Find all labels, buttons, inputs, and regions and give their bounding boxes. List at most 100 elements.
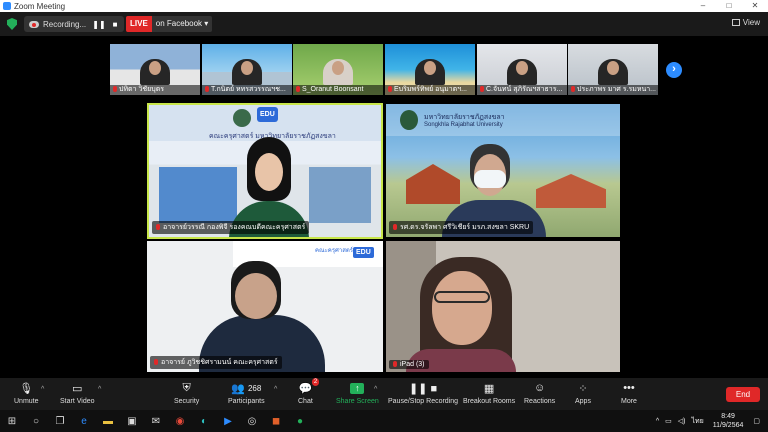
participants-options-caret-icon[interactable]: ^	[274, 386, 277, 393]
recording-indicator: Recording... ❚❚ ■	[24, 16, 124, 32]
speaker-face	[235, 273, 277, 319]
participant-face	[424, 61, 436, 75]
virtual-background-banner: มหาวิทยาลัยราชภัฏสงขลา Songkhla Rajabhat…	[386, 104, 620, 136]
temple-roof-right	[536, 174, 606, 208]
participant-thumbnail[interactable]: C.จันทน์ สุภิรัณฯสาธาร...	[477, 44, 567, 95]
pause-recording-button[interactable]: ❚❚	[92, 16, 106, 32]
participant-thumbnail[interactable]: S_Oranut Boonsant	[293, 44, 383, 95]
apps-button[interactable]: ⁘ Apps	[575, 380, 591, 406]
windows-taskbar: ⊞ ○ ❐ e ▬ ▣ ✉ ◉ ◐ ▶ ◎ ◼ ● ^ ▭ ◁) ไทย 8:4…	[0, 410, 768, 432]
apps-icon: ⁘	[578, 382, 588, 395]
chat-button[interactable]: 💬 2 Chat	[298, 378, 320, 405]
share-screen-button[interactable]: ↑ Share Screen	[336, 380, 379, 405]
stop-recording-button[interactable]: ■	[108, 16, 122, 32]
system-tray: ^ ▭ ◁) ไทย 8:49 11/9/2564 ▢	[653, 410, 768, 432]
breakout-rooms-icon: ▦	[483, 382, 495, 395]
chrome-icon[interactable]: ◉	[168, 410, 192, 432]
participant-name: อาจารย์ ภูวิชชิศรามนน์ คณะครุศาสตร์	[161, 359, 278, 366]
live-stream-indicator[interactable]: LIVE on Facebook ▾	[126, 16, 213, 32]
task-view-icon[interactable]: ❐	[48, 410, 72, 432]
obs-icon[interactable]: ◎	[240, 410, 264, 432]
muted-microphone-icon: 🎙	[19, 382, 34, 395]
participant-name: อาจารย์วรรณี กองพิจี รองคณบดีคณะครุศาสตร…	[163, 224, 306, 231]
store-icon[interactable]: ▣	[120, 410, 144, 432]
participant-name: ประภาพร มาศ ร.รมหนา...	[577, 86, 657, 93]
share-options-caret-icon[interactable]: ^	[374, 386, 377, 393]
windows-start-icon[interactable]: ⊞	[0, 410, 24, 432]
muted-mic-icon	[388, 86, 392, 93]
breakout-rooms-button[interactable]: ▦ Breakout Rooms	[463, 380, 515, 406]
video-options-caret-icon[interactable]: ^	[98, 386, 101, 393]
mail-icon[interactable]: ✉	[144, 410, 168, 432]
participant-thumbnail[interactable]: ปทิตา วิชัยบุตร	[110, 44, 200, 95]
input-language[interactable]: ไทย	[692, 416, 704, 427]
grid-view-icon	[731, 19, 740, 26]
video-tile[interactable]: iPad (3)	[386, 241, 620, 372]
muted-mic-icon	[296, 86, 300, 93]
participant-thumbnail[interactable]: T.กนิตย์ หทรสวรรณฯช...	[202, 44, 292, 95]
participants-button[interactable]: 👥 268 Participants	[228, 380, 265, 406]
view-label: View	[742, 18, 760, 27]
zoom-taskbar-icon[interactable]: ▶	[216, 410, 240, 432]
chevron-up-icon[interactable]: ^	[656, 418, 659, 425]
muted-mic-icon	[393, 361, 397, 368]
banner-text: คณะครุศาสตร์	[315, 248, 353, 254]
maximize-button[interactable]: □	[716, 0, 742, 12]
speaker-face	[255, 153, 283, 191]
volume-icon[interactable]: ◁)	[678, 417, 686, 425]
video-tile-active-speaker[interactable]: EDU คณะครุศาสตร์ มหาวิทยาลัยราชภัฏสงขลา …	[147, 103, 383, 239]
end-meeting-button[interactable]: End	[726, 387, 760, 402]
file-explorer-icon[interactable]: ▬	[96, 410, 120, 432]
edge-legacy-icon[interactable]: e	[72, 410, 96, 432]
notifications-icon[interactable]: ▢	[753, 417, 760, 425]
next-page-arrow-icon[interactable]: ›	[666, 62, 682, 78]
close-window-button[interactable]: ✕	[742, 0, 768, 12]
view-button[interactable]: View	[731, 18, 760, 27]
virtual-background-banner: EDU คณะครุศาสตร์ มหาวิทยาลัยราชภัฏสงขลา	[149, 105, 381, 141]
line-icon[interactable]: ●	[288, 410, 312, 432]
audio-options-caret-icon[interactable]: ^	[41, 386, 44, 393]
more-button[interactable]: ••• More	[621, 380, 637, 405]
muted-mic-icon	[571, 86, 575, 93]
video-tile[interactable]: มหาวิทยาลัยราชภัฏสงขลา Songkhla Rajabhat…	[386, 104, 620, 237]
muted-mic-icon	[480, 86, 484, 93]
search-icon[interactable]: ○	[24, 410, 48, 432]
window-controls: – □ ✕	[690, 0, 768, 12]
reactions-button[interactable]: ☺ Reactions	[524, 380, 555, 405]
zoom-app-icon	[3, 2, 11, 10]
start-video-button[interactable]: ▭ Start Video	[60, 380, 95, 406]
video-tile[interactable]: คณะครุศาสตร์ EDU อาจารย์ ภูวิชชิศรามนน์ …	[147, 241, 383, 372]
minimize-button[interactable]: –	[690, 0, 716, 12]
recording-label: Recording...	[43, 19, 87, 29]
university-logo	[233, 109, 251, 127]
clock-time: 8:49	[721, 413, 735, 420]
cloud-recording-icon	[29, 20, 39, 28]
shield-icon: ⛨	[182, 381, 191, 394]
participant-face	[149, 61, 161, 75]
edge-icon[interactable]: ◐	[192, 410, 216, 432]
unmute-button[interactable]: 🎙 Unmute	[14, 380, 39, 406]
network-icon[interactable]: ▭	[665, 417, 672, 425]
participant-name: C.จันทน์ สุภิรัณฯสาธาร...	[486, 86, 563, 93]
powerpoint-icon[interactable]: ◼	[264, 410, 288, 432]
participants-icon: 👥	[231, 382, 245, 395]
live-badge: LIVE	[126, 16, 152, 32]
participant-name: iPad (3)	[400, 361, 425, 368]
participant-name: รศ.ดร.จรัลพา ศรีวิเชียร์ มรภ.สงขลา SKRU	[400, 224, 530, 231]
taskbar-clock[interactable]: 8:49 11/9/2564	[713, 412, 744, 430]
participant-face	[332, 61, 344, 75]
security-button[interactable]: ⛨ Security	[174, 380, 199, 406]
smiley-plus-icon: ☺	[533, 382, 546, 394]
pause-stop-recording-button[interactable]: ❚❚ ■ Pause/Stop Recording	[388, 380, 458, 406]
meeting-toolbar: 🎙 Unmute ^ ▭ Start Video ^ ⛨ Security 👥 …	[0, 378, 768, 410]
building-left	[159, 167, 237, 223]
participant-name: S_Oranut Boonsant	[302, 86, 364, 93]
security-shield-icon[interactable]	[7, 18, 17, 30]
participant-thumbnail[interactable]: Eบริมพร์ทิพย์ อนุมาตฯ...	[385, 44, 475, 95]
chevron-down-icon[interactable]: ▾	[204, 19, 208, 28]
eyeglasses	[434, 291, 490, 303]
university-logo	[400, 110, 418, 130]
speaker-face	[432, 271, 492, 345]
participant-thumbnail[interactable]: ประภาพร มาศ ร.รมหนา...	[568, 44, 658, 95]
muted-mic-icon	[154, 359, 158, 366]
